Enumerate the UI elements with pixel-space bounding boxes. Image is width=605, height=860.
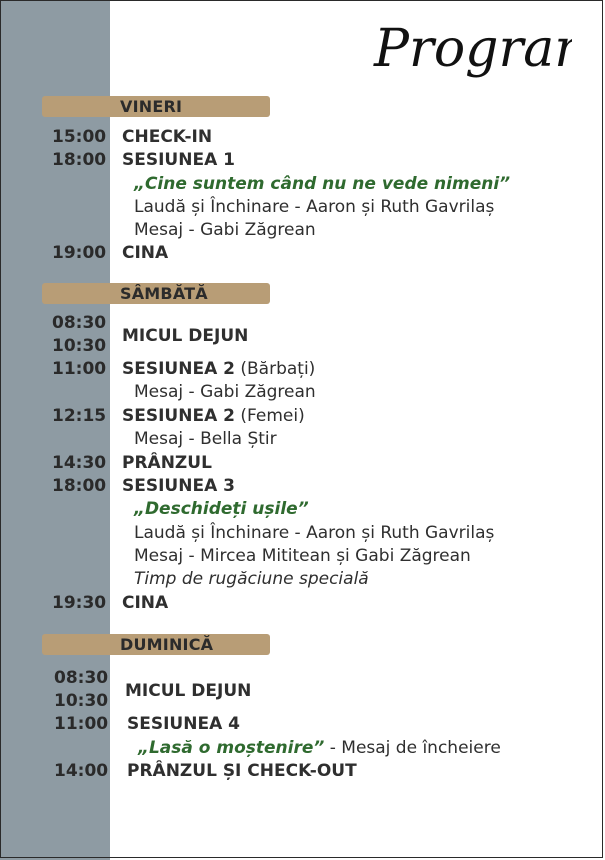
session-detail: Laudă și Închinare - Aaron și Ruth Gavri… [0, 523, 600, 547]
theme-quote: „Deschideți ușile” [134, 499, 309, 519]
event-title: PRÂNZUL ȘI CHECK-OUT [127, 761, 357, 781]
event-title: SESIUNEA 4 [127, 714, 240, 734]
schedule-row: 11:00 SESIUNEA 4 [0, 714, 600, 738]
session-detail: Timp de rugăciune specială [0, 569, 600, 593]
time-label: 18:00 [52, 476, 107, 496]
title-text: Program [373, 19, 572, 79]
event-title: CINA [122, 243, 169, 263]
detail-text: Laudă și Închinare - Aaron și Ruth Gavri… [134, 197, 495, 217]
theme-quote: „Cine suntem când nu ne vede nimeni” [134, 174, 511, 194]
detail-text: Laudă și Închinare - Aaron și Ruth Gavri… [134, 523, 495, 543]
theme-note: - Mesaj de încheiere [324, 738, 501, 758]
session-theme: „Lasă o moștenire” - Mesaj de încheiere [0, 738, 600, 762]
day-header-friday: VINERI [42, 96, 270, 117]
event-title: CINA [122, 593, 169, 613]
schedule-row: 15:00 CHECK-IN [0, 127, 600, 151]
theme-line: „Lasă o moștenire” - Mesaj de încheiere [138, 738, 501, 758]
schedule-row: 10:30 [0, 691, 600, 715]
event-title: SESIUNEA 2 (Femei) [122, 406, 305, 426]
time-label: 14:00 [54, 761, 109, 781]
time-label: 11:00 [54, 714, 109, 734]
detail-text: Mesaj - Gabi Zăgrean [134, 220, 316, 240]
day-label: DUMINICĂ [120, 635, 214, 654]
time-label: 12:15 [52, 406, 107, 426]
script-title-logo: Program [373, 19, 572, 79]
session-theme: „Deschideți ușile” [0, 499, 600, 523]
time-label: 11:00 [52, 359, 107, 379]
schedule-row: 12:15 SESIUNEA 2 (Femei) [0, 406, 600, 430]
session-detail: Mesaj - Bella Știr [0, 429, 600, 453]
day-header-saturday: SÂMBĂTĂ [42, 283, 270, 304]
schedule-row: 10:30 [0, 336, 600, 360]
session-detail: Mesaj - Mircea Mititean și Gabi Zăgrean [0, 546, 600, 570]
event-title-note: (Bărbați) [234, 359, 316, 379]
day-label: SÂMBĂTĂ [120, 284, 208, 303]
detail-text: Mesaj - Bella Știr [134, 429, 277, 449]
schedule-row: 19:00 CINA [0, 243, 600, 267]
detail-text: Mesaj - Mircea Mititean și Gabi Zăgrean [134, 546, 471, 566]
event-title: PRÂNZUL [122, 453, 212, 473]
session-detail: Mesaj - Gabi Zăgrean [0, 382, 600, 406]
day-header-sunday: DUMINICĂ [42, 634, 270, 655]
detail-text: Mesaj - Gabi Zăgrean [134, 382, 316, 402]
time-label: 10:30 [52, 336, 107, 356]
time-label: 10:30 [54, 691, 109, 711]
time-label: 15:00 [52, 127, 107, 147]
session-detail: Laudă și Închinare - Aaron și Ruth Gavri… [0, 197, 600, 221]
time-label: 14:30 [52, 453, 107, 473]
event-title: SESIUNEA 3 [122, 476, 235, 496]
event-title: SESIUNEA 2 (Bărbați) [122, 359, 315, 379]
schedule-row: 11:00 SESIUNEA 2 (Bărbați) [0, 359, 600, 383]
event-title-note: (Femei) [234, 406, 305, 426]
event-title-bold: SESIUNEA 2 [122, 406, 235, 426]
schedule-row: 18:00 SESIUNEA 1 [0, 150, 600, 174]
event-title: CHECK-IN [122, 127, 213, 147]
time-label: 18:00 [52, 150, 107, 170]
page-title: Program [372, 4, 572, 94]
schedule-row: 14:30 PRÂNZUL [0, 453, 600, 477]
schedule-row: 18:00 SESIUNEA 3 [0, 476, 600, 500]
schedule-row: 14:00 PRÂNZUL ȘI CHECK-OUT [0, 761, 600, 785]
event-title-bold: SESIUNEA 2 [122, 359, 235, 379]
session-detail: Mesaj - Gabi Zăgrean [0, 220, 600, 244]
theme-quote: „Lasă o moștenire” [138, 738, 325, 758]
session-theme: „Cine suntem când nu ne vede nimeni” [0, 174, 600, 198]
time-label: 19:30 [52, 593, 107, 613]
time-label: 19:00 [52, 243, 107, 263]
event-title: SESIUNEA 1 [122, 150, 235, 170]
schedule-row: 19:30 CINA [0, 593, 600, 617]
detail-text: Timp de rugăciune specială [134, 569, 369, 589]
day-label: VINERI [120, 97, 183, 116]
